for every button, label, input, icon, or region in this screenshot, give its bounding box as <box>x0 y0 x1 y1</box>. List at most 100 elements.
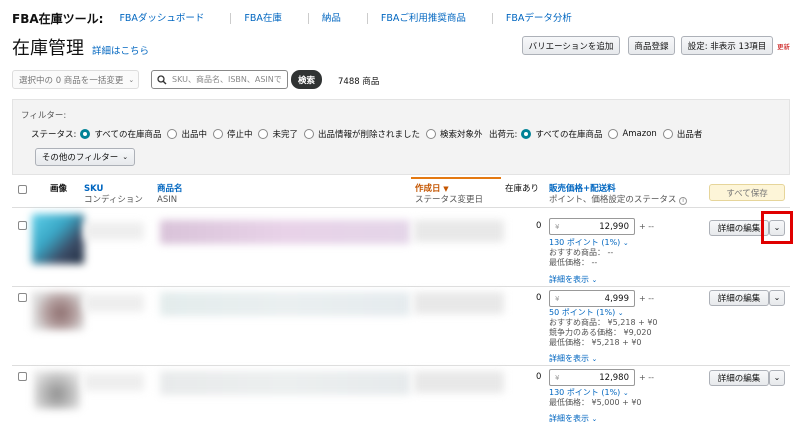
status-removed-label: 出品情報が削除されました <box>318 130 421 140</box>
table-row: 0 ¥ 12,980 + -- 130 ポイント (1%) ⌄ 最低価格： ¥5… <box>12 367 790 425</box>
row-checkbox[interactable] <box>18 221 27 230</box>
divider <box>12 207 790 208</box>
chevron-down-icon[interactable]: ⌄ <box>623 389 629 397</box>
col-sku-label: SKU <box>84 184 104 194</box>
price-details: 130 ポイント (1%) ⌄ 最低価格： ¥5,000 + ¥0 <box>549 388 642 408</box>
search-input[interactable]: SKU、商品名、ISBN、ASINで <box>151 70 288 89</box>
lowest-price: 最低価格： -- <box>549 258 598 267</box>
show-details-toggle[interactable]: 詳細を表示 ⌄ <box>549 414 597 424</box>
show-details-toggle[interactable]: 詳細を表示 ⌄ <box>549 354 597 364</box>
divider <box>12 286 790 287</box>
col-status-changed-label: ステータス変更日 <box>415 195 484 205</box>
more-filters-button[interactable]: その他のフィルター ⌄ <box>35 148 135 166</box>
info-icon[interactable]: i <box>679 197 688 205</box>
nav-fba-analytics[interactable]: FBAデータ分析 <box>491 12 585 24</box>
radio-icon <box>258 129 269 139</box>
search-placeholder: SKU、商品名、ISBN、ASINで <box>172 75 282 84</box>
settings-button[interactable]: 設定: 非表示 13項目 <box>681 36 773 55</box>
col-name[interactable]: 商品名 ASIN <box>157 184 183 206</box>
sku-blurred[interactable] <box>84 373 144 391</box>
channel-merchant[interactable]: 出品者 <box>662 128 702 140</box>
row-checkbox[interactable] <box>18 293 27 302</box>
created-date-blurred <box>414 371 504 393</box>
more-filters-label: その他のフィルター <box>41 153 119 163</box>
show-details-toggle[interactable]: 詳細を表示 ⌄ <box>549 275 597 285</box>
points-link[interactable]: 130 ポイント (1%) <box>549 388 620 397</box>
edit-details-button[interactable]: 詳細の編集 <box>709 370 769 386</box>
search-button[interactable]: 検索 <box>291 70 322 89</box>
sku-blurred[interactable] <box>84 294 144 312</box>
radio-icon <box>304 129 314 139</box>
stock-count: 0 <box>536 372 542 382</box>
filter-label: フィルター: <box>21 111 67 121</box>
price-input[interactable]: ¥ 12,980 <box>549 369 635 386</box>
add-variation-button[interactable]: バリエーションを追加 <box>522 36 620 55</box>
nav-fba-inventory[interactable]: FBA在庫 <box>230 12 294 24</box>
col-asin-label: ASIN <box>157 195 178 205</box>
nav-shipments[interactable]: 納品 <box>307 12 354 24</box>
product-image[interactable] <box>32 292 84 330</box>
status-filter-label: ステータス: <box>31 130 77 140</box>
status-active-label: 出品中 <box>181 130 207 140</box>
chevron-down-icon: ⌄ <box>128 75 135 84</box>
product-name-blurred[interactable] <box>160 292 410 316</box>
chevron-down-icon[interactable]: ⌄ <box>623 239 629 247</box>
chevron-down-icon: ⌄ <box>773 293 781 302</box>
status-removed[interactable]: 出品情報が削除されました <box>304 128 420 140</box>
product-image[interactable] <box>34 371 80 409</box>
select-all-checkbox[interactable] <box>18 185 27 194</box>
status-inactive-label: 停止中 <box>226 130 253 140</box>
nav-fba-dashboard[interactable]: FBAダッシュボード <box>111 13 217 24</box>
row-actions-dropdown[interactable]: ⌄ <box>769 370 785 386</box>
points-link[interactable]: 50 ポイント (1%) <box>549 308 615 317</box>
recommended-price: おすすめ商品： -- <box>549 248 614 257</box>
product-name-blurred[interactable] <box>160 371 410 395</box>
channel-all[interactable]: すべての在庫商品 <box>521 128 602 140</box>
col-created[interactable]: 作成日 ▼ ステータス変更日 <box>415 184 483 206</box>
status-active[interactable]: 出品中 <box>167 128 207 140</box>
table-row: 0 ¥ 12,990 + -- 130 ポイント (1%) ⌄ おすすめ商品： … <box>12 210 793 285</box>
save-all-button[interactable]: すべて保存 <box>709 184 785 201</box>
table-row: 0 ¥ 4,999 + -- 50 ポイント (1%) ⌄ おすすめ商品： ¥5… <box>12 288 790 366</box>
col-created-label: 作成日 <box>415 184 441 194</box>
row-actions-dropdown[interactable]: ⌄ <box>769 290 785 306</box>
nav-fba-recommendations[interactable]: FBAご利用推奨商品 <box>366 12 479 24</box>
learn-more-link[interactable]: 詳細はこちら <box>92 43 149 57</box>
channel-all-label: すべての在庫商品 <box>535 130 603 140</box>
price-input[interactable]: ¥ 4,999 <box>549 290 635 307</box>
col-price[interactable]: 販売価格+配送料 ポイント、価格設定のステータス i <box>549 184 688 206</box>
col-in-stock[interactable]: 在庫あり <box>505 184 539 195</box>
product-image[interactable] <box>32 214 84 264</box>
status-inactive[interactable]: 停止中 <box>212 128 253 140</box>
price-value: 4,999 <box>604 293 629 304</box>
status-incomplete[interactable]: 未完了 <box>258 128 298 140</box>
chevron-down-icon[interactable]: ⌄ <box>618 309 624 317</box>
channel-filter-label: 出荷元: <box>489 130 518 140</box>
add-product-button[interactable]: 商品登録 <box>628 36 675 55</box>
bulk-action-label: 選択中の 0 商品を一括変更 <box>19 75 124 86</box>
chevron-down-icon: ⌄ <box>591 276 598 284</box>
channel-amazon[interactable]: Amazon <box>608 129 657 139</box>
bulk-action-select[interactable]: 選択中の 0 商品を一括変更 ⌄ <box>12 70 139 89</box>
status-suppressed[interactable]: 検索対象外 <box>426 128 483 140</box>
sku-blurred[interactable] <box>84 222 144 240</box>
price-value: 12,990 <box>599 221 629 232</box>
col-name-label: 商品名 <box>157 184 183 194</box>
price-input[interactable]: ¥ 12,990 <box>549 218 635 235</box>
row-checkbox[interactable] <box>18 372 27 381</box>
radio-icon <box>426 129 437 139</box>
price-details: 50 ポイント (1%) ⌄ おすすめ商品： ¥5,218 + ¥0 競争力のあ… <box>549 308 658 348</box>
points-link[interactable]: 130 ポイント (1%) <box>549 238 620 247</box>
radio-icon <box>167 129 178 139</box>
sort-indicator-bar <box>411 177 501 179</box>
radio-icon <box>80 129 91 139</box>
status-all[interactable]: すべての在庫商品 <box>80 128 161 140</box>
edit-details-button[interactable]: 詳細の編集 <box>709 290 769 306</box>
product-name-blurred[interactable] <box>160 220 410 244</box>
update-link[interactable]: 更新 <box>777 41 790 51</box>
col-image: 画像 <box>50 184 68 194</box>
lowest-price: 最低価格： ¥5,000 + ¥0 <box>549 398 642 407</box>
col-sku[interactable]: SKU コンディション <box>84 184 143 206</box>
edit-details-button[interactable]: 詳細の編集 <box>709 220 769 236</box>
status-all-label: すべての在庫商品 <box>94 130 162 140</box>
